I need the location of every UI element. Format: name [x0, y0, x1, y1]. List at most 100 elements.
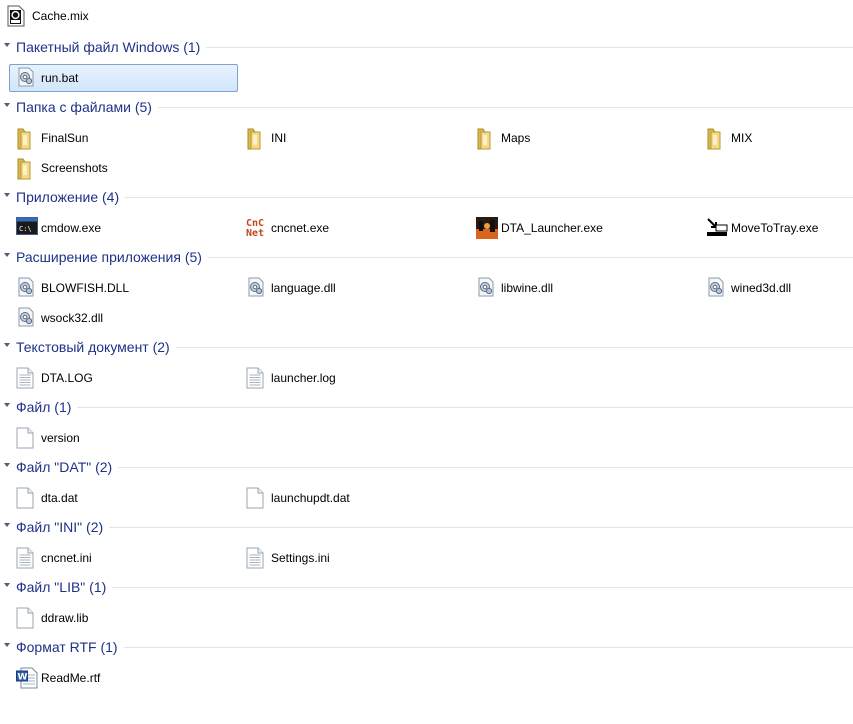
word-doc-icon: W	[16, 667, 38, 689]
list-item[interactable]: INI	[239, 124, 459, 152]
list-item[interactable]: C:\ cmdow.exe	[9, 214, 229, 242]
list-item[interactable]: libwine.dll	[469, 274, 689, 302]
gear-file-icon	[16, 307, 36, 329]
text-file-icon	[246, 367, 266, 389]
launcher-app-icon	[476, 217, 498, 239]
chevron-down-icon	[4, 253, 10, 257]
gear-file-icon	[16, 277, 36, 299]
item-label: wined3d.dll	[731, 281, 792, 295]
list-item[interactable]: run.bat	[9, 64, 238, 92]
item-label: Screenshots	[41, 161, 108, 175]
list-item[interactable]: Screenshots	[9, 154, 229, 182]
tray-app-icon	[706, 217, 728, 239]
list-item[interactable]: wsock32.dll	[9, 304, 229, 332]
gear-file-icon	[706, 277, 726, 299]
list-item[interactable]: BLOWFISH.DLL	[9, 274, 229, 302]
item-label: cncnet.exe	[271, 221, 330, 235]
list-item[interactable]: launchupdt.dat	[239, 484, 459, 512]
item-label: version	[41, 431, 80, 445]
group-header-lib[interactable]: Файл "LIB" (1)	[0, 577, 853, 597]
item-label: DTA.LOG	[41, 371, 93, 385]
list-item[interactable]: Maps	[469, 124, 689, 152]
group-title: Файл "INI" (2)	[16, 517, 110, 537]
item-label: ddraw.lib	[41, 611, 89, 625]
item-label: MIX	[731, 131, 753, 145]
svg-text:W: W	[18, 673, 28, 683]
list-item[interactable]: ddraw.lib	[9, 604, 229, 632]
blank-file-icon	[16, 607, 36, 629]
list-item[interactable]: CnC Net cncnet.exe	[239, 214, 459, 242]
item-label: Maps	[501, 131, 531, 145]
group-divider	[16, 527, 853, 528]
list-item[interactable]: MoveToTray.exe	[699, 214, 853, 242]
chevron-down-icon	[4, 343, 10, 347]
group-header-txt[interactable]: Текстовый документ (2)	[0, 337, 853, 357]
blank-file-icon	[16, 487, 36, 509]
list-item[interactable]: DTA_Launcher.exe	[469, 214, 689, 242]
chevron-down-icon	[4, 43, 10, 47]
list-item[interactable]: W ReadMe.rtf	[9, 664, 229, 692]
item-label: launchupdt.dat	[271, 491, 350, 505]
blank-file-icon	[246, 487, 266, 509]
folder-icon	[246, 127, 266, 150]
gear-file-icon	[476, 277, 496, 299]
list-item[interactable]: wined3d.dll	[699, 274, 853, 302]
list-item[interactable]: MIX	[699, 124, 853, 152]
text-file-icon	[16, 367, 36, 389]
group-title: Пакетный файл Windows (1)	[16, 37, 207, 57]
list-item[interactable]: launcher.log	[239, 364, 459, 392]
item-label: libwine.dll	[501, 281, 554, 295]
folder-icon	[476, 127, 496, 150]
group-divider	[16, 647, 853, 648]
group-header-rtf[interactable]: Формат RTF (1)	[0, 637, 853, 657]
item-label: Settings.ini	[271, 551, 330, 565]
gear-file-icon	[246, 277, 266, 299]
list-item[interactable]: cncnet.ini	[9, 544, 229, 572]
item-label: BLOWFISH.DLL	[41, 281, 130, 295]
list-item[interactable]: DTA.LOG	[9, 364, 229, 392]
group-header-ini[interactable]: Файл "INI" (2)	[0, 517, 853, 537]
list-item[interactable]: Cache.mix	[0, 2, 220, 30]
item-label: cncnet.ini	[41, 551, 92, 565]
svg-text:Net: Net	[246, 228, 264, 237]
group-title: Файл "DAT" (2)	[16, 457, 119, 477]
item-label: wsock32.dll	[41, 311, 104, 325]
item-label: Cache.mix	[32, 9, 89, 23]
list-item[interactable]: language.dll	[239, 274, 459, 302]
group-divider	[16, 197, 853, 198]
chevron-down-icon	[4, 403, 10, 407]
list-item[interactable]: FinalSun	[9, 124, 229, 152]
group-header-folder[interactable]: Папка с файлами (5)	[0, 97, 853, 117]
folder-icon	[16, 127, 36, 150]
mix-file-icon	[7, 5, 27, 27]
gear-file-icon	[16, 67, 36, 89]
item-label: language.dll	[271, 281, 336, 295]
group-header-dll[interactable]: Расширение приложения (5)	[0, 247, 853, 267]
group-title: Папка с файлами (5)	[16, 97, 158, 117]
chevron-down-icon	[4, 583, 10, 587]
item-label: cmdow.exe	[41, 221, 102, 235]
group-title: Файл "LIB" (1)	[16, 577, 113, 597]
group-title: Приложение (4)	[16, 187, 126, 207]
group-title: Расширение приложения (5)	[16, 247, 208, 267]
group-title: Файл (1)	[16, 397, 78, 417]
chevron-down-icon	[4, 523, 10, 527]
group-header-file[interactable]: Файл (1)	[0, 397, 853, 417]
group-header-app[interactable]: Приложение (4)	[0, 187, 853, 207]
chevron-down-icon	[4, 643, 10, 647]
list-item[interactable]: dta.dat	[9, 484, 229, 512]
group-header-dat[interactable]: Файл "DAT" (2)	[0, 457, 853, 477]
list-item[interactable]: version	[9, 424, 229, 452]
item-label: MoveToTray.exe	[731, 221, 819, 235]
group-header-bat[interactable]: Пакетный файл Windows (1)	[0, 37, 853, 57]
item-label: launcher.log	[271, 371, 336, 385]
group-divider	[16, 407, 853, 408]
chevron-down-icon	[4, 463, 10, 467]
item-label: dta.dat	[41, 491, 78, 505]
folder-icon	[16, 157, 36, 180]
folder-icon	[706, 127, 726, 150]
group-divider	[16, 467, 853, 468]
list-item[interactable]: Settings.ini	[239, 544, 459, 572]
text-file-icon	[246, 547, 266, 569]
group-title: Текстовый документ (2)	[16, 337, 176, 357]
